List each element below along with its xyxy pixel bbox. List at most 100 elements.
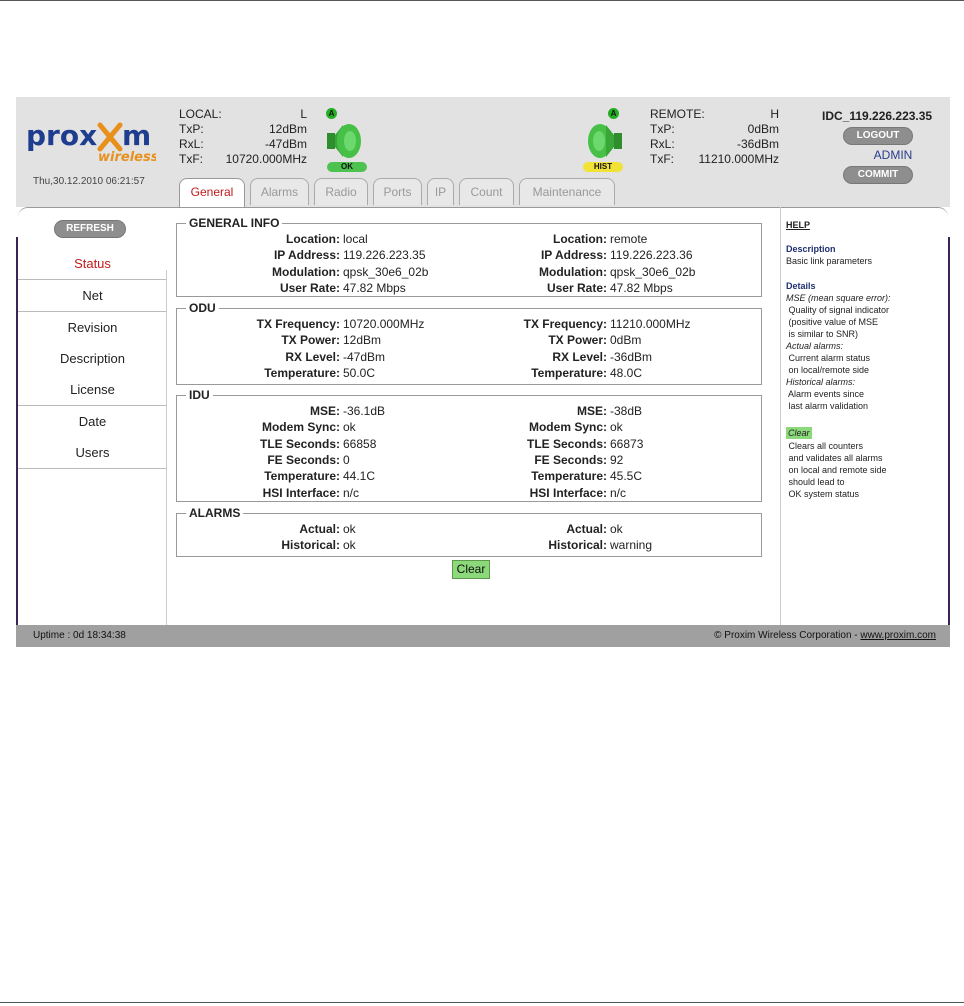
local-txf-value: 10720.000MHz xyxy=(225,152,307,166)
proxim-link[interactable]: www.proxim.com xyxy=(860,630,936,641)
field-value: -38dB xyxy=(610,404,643,418)
field-value: ok xyxy=(343,538,356,553)
field-value: -36dBm xyxy=(610,349,653,364)
tab-ip[interactable]: IP xyxy=(427,178,454,205)
uptime: Uptime : 0d 18:34:38 xyxy=(33,630,126,641)
general-local-value: local xyxy=(343,231,443,247)
field-value: remote xyxy=(610,232,648,246)
alarms-remote-label: Historical: xyxy=(443,537,607,553)
section-title: ALARMS xyxy=(186,506,244,520)
copyright: © Proxim Wireless Corporation - www.prox… xyxy=(714,630,936,641)
commit-button[interactable]: COMMIT xyxy=(843,166,913,184)
field-label: IP Address: xyxy=(273,248,340,263)
field-value: 44.1C xyxy=(343,469,376,484)
local-txf: TxF: 10720.000MHz xyxy=(179,152,307,167)
alarms-remote-value: warning xyxy=(610,537,710,553)
odu-local-label: TX Power: xyxy=(176,332,340,348)
odu-local-value: 50.0C xyxy=(343,365,443,381)
general-local-value: 119.226.223.35 xyxy=(343,247,443,263)
field-value: qpsk_30e6_02b xyxy=(343,264,429,279)
field-label: HSI Interface: xyxy=(529,485,607,500)
alarms-remote-label: Actual: xyxy=(443,521,607,537)
help-detail-line: Actual alarms: xyxy=(786,341,844,351)
field-label: TX Frequency: xyxy=(256,317,340,331)
field-label: FE Seconds: xyxy=(534,452,607,467)
tab-alarms[interactable]: Alarms xyxy=(250,178,309,205)
idu-local-label: TLE Seconds: xyxy=(176,436,340,452)
general-remote-label: User Rate: xyxy=(443,280,607,296)
field-label: TX Power: xyxy=(548,333,607,348)
local-id: L xyxy=(300,107,307,121)
section-title: ODU xyxy=(186,301,219,315)
sidebar-item-revision[interactable]: Revision xyxy=(18,312,167,344)
field-value: -47dBm xyxy=(343,349,386,364)
idu-remote-value: n/c xyxy=(610,485,710,501)
idu-local-value: 44.1C xyxy=(343,468,443,484)
field-label: Temperature: xyxy=(264,469,340,484)
alarms-remote-value: ok xyxy=(610,521,710,537)
idu-remote-value: ok xyxy=(610,419,710,435)
sidebar-item-date[interactable]: Date xyxy=(18,406,167,438)
help-divider xyxy=(780,207,781,625)
refresh-label[interactable]: REFRESH xyxy=(54,220,126,238)
help-detail-line: Quality of signal indicator xyxy=(786,305,890,315)
field-value: ok xyxy=(343,522,356,536)
field-value: 11210.000MHz xyxy=(610,317,691,331)
field-label: TLE Seconds: xyxy=(259,436,340,451)
field-label: Actual: xyxy=(299,522,340,536)
help-title: HELP xyxy=(786,220,811,230)
remote-antenna-icon[interactable] xyxy=(580,121,624,166)
help-clear-line: Clears all counters xyxy=(786,441,864,451)
field-label: RX Level: xyxy=(552,349,607,364)
tab-radio[interactable]: Radio xyxy=(314,178,368,205)
idu-local-label: HSI Interface: xyxy=(176,485,340,501)
clear-button[interactable]: Clear xyxy=(452,560,490,579)
tab-count[interactable]: Count xyxy=(459,178,514,205)
idu-local-value: 0 xyxy=(343,452,443,468)
admin-user-link[interactable]: ADMIN xyxy=(858,148,928,162)
refresh-button[interactable]: REFRESH xyxy=(54,220,126,238)
tab-general[interactable]: General xyxy=(179,178,245,208)
odu-local-label: TX Frequency: xyxy=(176,316,340,332)
field-value: qpsk_30e6_02b xyxy=(610,264,696,279)
logout-button[interactable]: LOGOUT xyxy=(843,127,913,145)
idu-local-value: n/c xyxy=(343,485,443,501)
tab-maintenance[interactable]: Maintenance xyxy=(519,178,615,205)
field-value: 66873 xyxy=(610,436,644,451)
sidebar-item-license[interactable]: License xyxy=(18,374,167,406)
odu-remote-label: TX Power: xyxy=(443,332,607,348)
remote-id: H xyxy=(770,107,779,121)
idu-local-label: Modem Sync: xyxy=(176,419,340,435)
remote-header: REMOTE: H xyxy=(650,107,779,122)
sidebar-item-net[interactable]: Net xyxy=(18,280,167,312)
remote-status-badge: HIST xyxy=(583,162,623,172)
page-bottom-rule xyxy=(0,1002,964,1003)
sidebar-item-status[interactable]: Status xyxy=(18,248,167,280)
field-value: 47.82 Mbps xyxy=(610,280,673,295)
remote-txf: TxF: 11210.000MHz xyxy=(650,152,779,167)
sidebar-item-users[interactable]: Users xyxy=(18,437,167,469)
help-detail-line: on local/remote side xyxy=(786,365,870,375)
general-remote-label: Location: xyxy=(443,231,607,247)
sidebar-item-description[interactable]: Description xyxy=(18,343,167,375)
web-ui-frame: prox m wireless Thu,30.12.2010 06:21:57 … xyxy=(16,97,950,647)
local-txp-value: 12dBm xyxy=(268,122,307,136)
local-txp-label: TxP: xyxy=(179,122,204,136)
field-label: HSI Interface: xyxy=(262,485,340,500)
general-local-label: User Rate: xyxy=(176,280,340,296)
local-antenna-icon[interactable] xyxy=(325,121,369,166)
odu-local-value: 10720.000MHz xyxy=(343,316,443,332)
general-local-value: 47.82 Mbps xyxy=(343,280,443,296)
copyright-text: © Proxim Wireless Corporation - xyxy=(714,630,861,641)
field-value: 50.0C xyxy=(343,365,376,380)
general-remote-label: IP Address: xyxy=(443,247,607,263)
tab-ports[interactable]: Ports xyxy=(373,178,422,205)
help-detail-line: Alarm events since xyxy=(786,389,865,399)
field-label: Actual: xyxy=(566,522,607,536)
field-value: 119.226.223.35 xyxy=(343,248,426,263)
svg-text:wireless: wireless xyxy=(98,150,156,165)
field-value: 10720.000MHz xyxy=(343,317,425,331)
field-value: 47.82 Mbps xyxy=(343,280,406,295)
field-label: Modem Sync: xyxy=(528,420,607,435)
help-details-list: MSE (mean square error): Quality of sign… xyxy=(786,292,891,412)
